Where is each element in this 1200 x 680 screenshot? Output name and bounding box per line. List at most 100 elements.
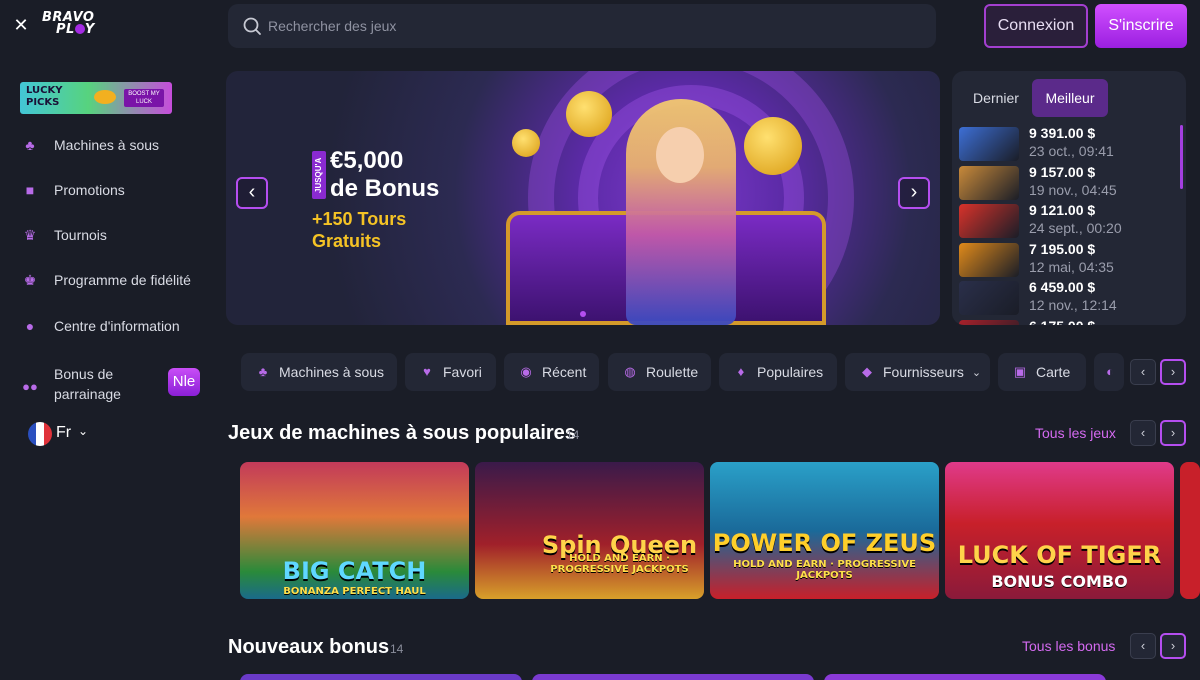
chevron-down-icon: ⌄ [78, 424, 89, 438]
game-subtitle: BONANZA PERFECT HAUL [283, 586, 426, 597]
win-amount: 6 459.00 $ [1029, 279, 1096, 295]
sidebar-item-label: Programme de fidélité [54, 272, 191, 288]
sidebar-item-loyalty[interactable]: ♚ Programme de fidélité [20, 265, 210, 295]
tab-best[interactable]: Meilleur [1032, 79, 1108, 117]
sidebar-item-info-center[interactable]: ● Centre d'information [20, 311, 210, 341]
game-thumbnail [959, 281, 1019, 315]
bonuses-prev-button[interactable]: ‹ [1130, 633, 1156, 659]
info-icon: ● [25, 318, 35, 334]
sidebar-item-tournaments[interactable]: ♛ Tournois [20, 220, 210, 250]
category-label: Populaires [757, 364, 824, 380]
card-icon: ▣ [1013, 364, 1027, 379]
new-badge: Nle [168, 368, 200, 396]
hero-prev-button[interactable]: ‹ [236, 177, 268, 209]
search-input[interactable] [268, 4, 918, 48]
game-card[interactable]: BIG CATCH BONANZA PERFECT HAUL [240, 462, 469, 599]
winner-row[interactable]: 6 459.00 $ 12 nov., 12:14 [959, 279, 1159, 315]
brand-logo[interactable]: BRAVO PL Y [42, 11, 112, 38]
game-card[interactable]: LUCK OF TIGER BONUS COMBO [945, 462, 1174, 599]
winners-panel: Dernier Meilleur 9 391.00 $ 23 oct., 09:4… [952, 71, 1186, 325]
category-favorites[interactable]: ♥ Favori [405, 353, 496, 391]
win-amount: 9 391.00 $ [1029, 125, 1096, 141]
sidebar-item-label: Centre d'information [54, 318, 180, 334]
game-thumbnail [959, 165, 1019, 200]
section-count: 14 [390, 642, 404, 656]
coin-icon [744, 117, 802, 175]
search-bar[interactable] [228, 4, 936, 48]
category-label: Favori [443, 364, 482, 380]
game-thumbnail [959, 319, 1019, 325]
sidebar-item-label: Promotions [54, 182, 125, 198]
free-spins-line-2: Gratuits [312, 231, 382, 251]
win-amount: 9 121.00 $ [1029, 202, 1096, 218]
section-title: Jeux de machines à sous populaires [228, 422, 576, 444]
chevron-down-icon: ⌄ [971, 366, 982, 379]
categories-next-button[interactable]: › [1160, 359, 1186, 385]
lucky-picks-banner[interactable]: LUCKY PICKS BOOST MY LUCK [20, 82, 172, 114]
game-card[interactable]: Spin Queen HOLD AND EARN · PROGRESSIVE J… [475, 462, 704, 599]
lucky-picks-title: LUCKY PICKS [26, 85, 63, 108]
winner-row[interactable]: 7 195.00 $12 mai, 04:35 [959, 241, 1159, 277]
sidebar: LUCKY PICKS BOOST MY LUCK ♣ Machines à so… [0, 52, 214, 680]
category-more[interactable]: ◐ [1094, 353, 1124, 391]
category-recent[interactable]: ◉ Récent [504, 353, 599, 391]
categories-prev-button[interactable]: ‹ [1130, 359, 1156, 385]
winner-row[interactable]: 9 391.00 $ 23 oct., 09:41 [959, 125, 1159, 161]
popular-next-button[interactable]: › [1160, 420, 1186, 446]
play-icon [74, 24, 85, 34]
game-thumbnail [959, 204, 1019, 238]
signup-button[interactable]: S'inscrire [1095, 4, 1187, 48]
language-selector[interactable]: Fr ⌄ [28, 422, 108, 446]
bonus-card[interactable] [240, 674, 522, 680]
scrollbar[interactable] [1180, 125, 1183, 189]
popular-prev-button[interactable]: ‹ [1130, 420, 1156, 446]
bonus-card[interactable] [532, 674, 814, 680]
game-title: BIG CATCH [282, 557, 427, 585]
bonuses-next-button[interactable]: › [1160, 633, 1186, 659]
search-icon [243, 17, 261, 35]
game-card-partial[interactable] [1180, 462, 1200, 599]
sidebar-item-label: Tournois [54, 227, 107, 243]
win-date: 12 nov., 12:14 [1029, 297, 1117, 313]
category-roulette[interactable]: ◍ Roulette [608, 353, 711, 391]
gift-icon: ■ [25, 182, 35, 198]
category-label: Roulette [646, 364, 699, 380]
category-label: Fournisseurs [883, 364, 964, 380]
winner-row[interactable]: 6 175.00 $ [959, 318, 1159, 326]
bonus-amount: €5,000 [330, 147, 404, 174]
free-spins-line-1: +150 Tours [312, 209, 407, 229]
category-popular[interactable]: ♦ Populaires [719, 353, 837, 391]
win-amount: 6 175.00 $ [1029, 318, 1095, 326]
game-card[interactable]: POWER OF ZEUS HOLD AND EARN · PROGRESSIV… [710, 462, 939, 599]
cherries-icon: ♣ [258, 364, 268, 379]
queen-face [656, 127, 704, 183]
category-slots[interactable]: ♣ Machines à sous [241, 353, 397, 391]
hero-banner[interactable]: JUSQU'A €5,000 de Bonus +150 Tours Gratu… [226, 71, 940, 325]
see-all-bonuses-link[interactable]: Tous les bonus [1022, 638, 1115, 654]
close-icon[interactable]: ✕ [12, 14, 30, 36]
coin-icon [512, 129, 540, 157]
win-amount: 7 195.00 $ [1029, 240, 1096, 257]
win-date: 24 sept., 00:20 [1029, 220, 1122, 236]
see-all-games-link[interactable]: Tous les jeux [1035, 425, 1116, 441]
clock-icon: ◉ [520, 364, 532, 379]
hero-next-button[interactable]: › [898, 177, 930, 209]
sidebar-item-referral[interactable]: ●● Bonus de parrainage Nle [20, 364, 206, 410]
category-providers[interactable]: ◆ Fournisseurs ⌄ [845, 353, 990, 391]
login-button[interactable]: Connexion [984, 4, 1088, 48]
heart-icon: ♥ [423, 364, 431, 379]
section-count: 14 [566, 428, 580, 442]
sidebar-item-slots[interactable]: ♣ Machines à sous [20, 130, 210, 160]
roulette-icon: ◍ [624, 364, 636, 379]
win-date: 23 oct., 09:41 [1029, 143, 1114, 159]
carousel-dot[interactable] [580, 311, 586, 317]
bonus-card[interactable] [824, 674, 1106, 680]
sidebar-item-promotions[interactable]: ■ Promotions [20, 175, 210, 205]
category-card[interactable]: ▣ Carte [998, 353, 1086, 391]
win-amount: 9 157.00 $ [1029, 163, 1096, 180]
tab-latest[interactable]: Dernier [964, 79, 1028, 117]
winner-row[interactable]: 9 121.00 $ 24 sept., 00:20 [959, 202, 1159, 238]
logo-line-2: PL Y [56, 22, 95, 37]
category-label: Machines à sous [279, 364, 385, 380]
winner-row[interactable]: 9 157.00 $19 nov., 04:45 [959, 164, 1159, 200]
